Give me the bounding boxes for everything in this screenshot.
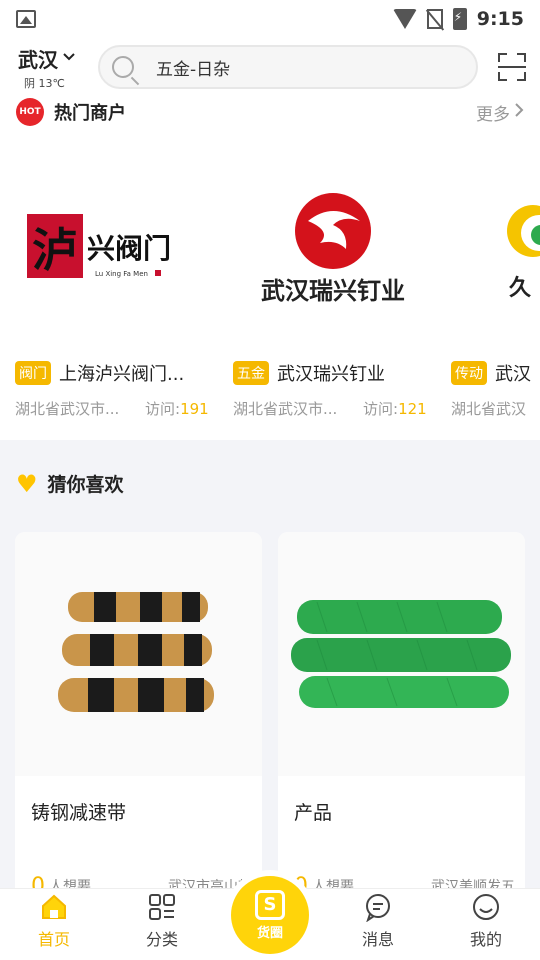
merchant-card[interactable]: 泸 兴阀门 Lu Xing Fa Men 阀门 上海泸兴阀门... 湖北省武汉市… xyxy=(0,156,218,419)
chevron-down-icon xyxy=(62,51,76,66)
merchant-logo: 泸 兴阀门 Lu Xing Fa Men xyxy=(15,156,215,346)
category-tag: 传动 xyxy=(451,361,487,385)
merchant-address: 湖北省武汉 xyxy=(451,400,527,418)
merchant-visits: 访问:191 xyxy=(145,400,209,418)
nav-category[interactable]: 分类 xyxy=(108,889,216,960)
category-tag: 阀门 xyxy=(15,361,51,385)
top-header: 武汉 阴 13℃ 五金-日杂 xyxy=(0,38,540,96)
search-query: 五金-日杂 xyxy=(156,59,231,80)
svg-text:Lu Xing Fa Men: Lu Xing Fa Men xyxy=(95,270,148,278)
nav-messages[interactable]: 消息 xyxy=(324,889,432,960)
svg-text:泸: 泸 xyxy=(32,223,78,277)
svg-text:久: 久 xyxy=(509,275,531,301)
section-title: 热门商户 xyxy=(54,103,126,124)
wifi-icon xyxy=(392,9,417,29)
no-sim-icon xyxy=(426,9,443,29)
city-name: 武汉 xyxy=(18,47,58,72)
product-name: 产品 xyxy=(294,802,333,824)
merchant-logo: 武汉瑞兴钉业 xyxy=(233,156,433,346)
product-card[interactable]: 产品 0 人想要 武汉美顺发五 xyxy=(278,532,525,912)
category-grid-icon xyxy=(147,892,177,922)
product-image xyxy=(15,532,262,776)
merchant-card[interactable]: 武汉瑞兴钉业 五金 武汉瑞兴钉业 湖北省武汉市... 访问:121 xyxy=(218,156,436,419)
hot-badge-icon: HOT xyxy=(16,98,44,126)
product-card[interactable]: 铸钢减速带 0 人想要 武汉市高山带 xyxy=(15,532,262,912)
category-tag: 五金 xyxy=(233,361,269,385)
smiley-profile-icon xyxy=(471,892,501,922)
product-name: 铸钢减速带 xyxy=(31,802,127,824)
product-image xyxy=(278,532,525,776)
gallery-notification-icon xyxy=(16,10,36,28)
search-input[interactable]: 五金-日杂 xyxy=(98,45,478,89)
hot-merchants-section: HOT 热门商户 更多 泸 兴阀门 Lu Xing Fa Men 阀门 上海泸兴… xyxy=(0,96,540,440)
nav-home[interactable]: 首页 xyxy=(0,889,108,960)
city-selector[interactable]: 武汉 阴 13℃ xyxy=(18,44,82,91)
weather-text: 阴 13℃ xyxy=(24,76,65,90)
merchant-carousel[interactable]: 泸 兴阀门 Lu Xing Fa Men 阀门 上海泸兴阀门... 湖北省武汉市… xyxy=(0,156,540,419)
scan-icon[interactable] xyxy=(498,53,526,81)
status-time: 9:15 xyxy=(476,8,524,30)
merchant-name: 武汉瑞兴钉业 xyxy=(277,364,385,385)
section-title: 猜你喜欢 xyxy=(47,474,124,496)
status-bar: 9:15 xyxy=(0,0,540,38)
guess-header: ♥ 猜你喜欢 xyxy=(16,470,124,497)
nav-mine[interactable]: 我的 xyxy=(432,889,540,960)
chevron-right-icon xyxy=(514,102,524,123)
merchant-address: 湖北省武汉市... xyxy=(15,400,120,418)
merchant-visits: 访问:121 xyxy=(363,400,427,418)
huoquan-logo-icon: S xyxy=(255,889,285,920)
svg-text:武汉瑞兴钉业: 武汉瑞兴钉业 xyxy=(261,276,405,305)
merchant-card[interactable]: 久 传动 武汉 湖北省武汉 xyxy=(436,156,540,419)
merchant-logo: 久 xyxy=(451,156,540,346)
nav-center-button[interactable]: S 货圈 xyxy=(231,876,309,954)
message-bubble-icon xyxy=(363,892,393,923)
heart-icon: ♥ xyxy=(16,469,38,498)
merchant-address: 湖北省武汉市... xyxy=(233,400,338,418)
search-icon xyxy=(112,56,134,78)
svg-text:兴阀门: 兴阀门 xyxy=(87,232,171,265)
home-icon xyxy=(39,892,69,922)
battery-charging-icon xyxy=(452,8,467,30)
merchant-name: 武汉 xyxy=(495,364,531,385)
merchant-name: 上海泸兴阀门... xyxy=(59,364,185,385)
more-link[interactable]: 更多 xyxy=(476,100,524,125)
